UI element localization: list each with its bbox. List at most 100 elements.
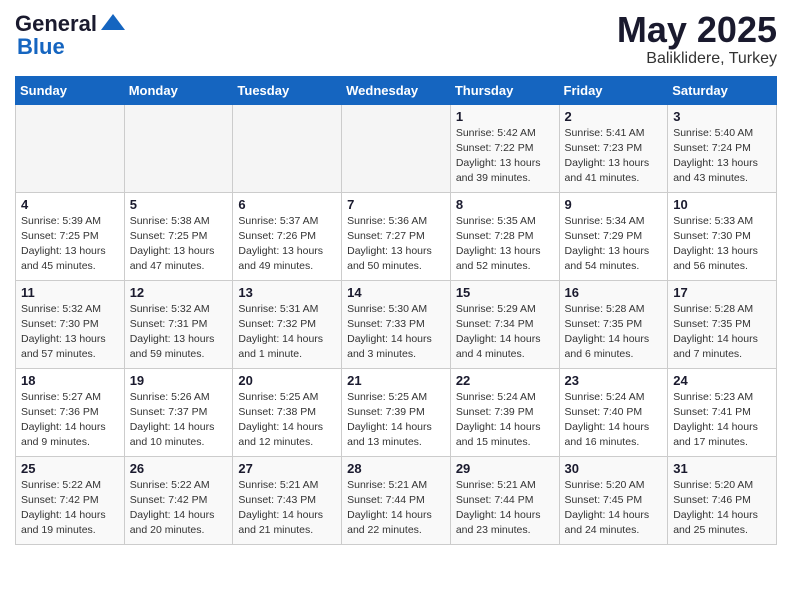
header-cell-thursday: Thursday — [450, 76, 559, 104]
day-info: Sunrise: 5:21 AM Sunset: 7:44 PM Dayligh… — [456, 478, 554, 539]
day-number: 25 — [21, 461, 119, 476]
day-number: 13 — [238, 285, 336, 300]
header-cell-wednesday: Wednesday — [342, 76, 451, 104]
day-number: 18 — [21, 373, 119, 388]
day-info: Sunrise: 5:25 AM Sunset: 7:38 PM Dayligh… — [238, 390, 336, 451]
header-cell-saturday: Saturday — [668, 76, 777, 104]
day-number: 7 — [347, 197, 445, 212]
day-info: Sunrise: 5:27 AM Sunset: 7:36 PM Dayligh… — [21, 390, 119, 451]
week-row-2: 4 Sunrise: 5:39 AM Sunset: 7:25 PM Daylig… — [16, 192, 777, 280]
header-cell-friday: Friday — [559, 76, 668, 104]
day-info: Sunrise: 5:23 AM Sunset: 7:41 PM Dayligh… — [673, 390, 771, 451]
day-number: 16 — [565, 285, 663, 300]
day-number: 28 — [347, 461, 445, 476]
day-number: 8 — [456, 197, 554, 212]
day-info: Sunrise: 5:26 AM Sunset: 7:37 PM Dayligh… — [130, 390, 228, 451]
day-number: 24 — [673, 373, 771, 388]
day-cell: 3 Sunrise: 5:40 AM Sunset: 7:24 PM Daylig… — [668, 104, 777, 192]
day-number: 6 — [238, 197, 336, 212]
header-cell-monday: Monday — [124, 76, 233, 104]
day-cell: 4 Sunrise: 5:39 AM Sunset: 7:25 PM Daylig… — [16, 192, 125, 280]
header-cell-sunday: Sunday — [16, 76, 125, 104]
day-cell — [124, 104, 233, 192]
day-cell: 1Sunrise: 5:42 AM Sunset: 7:22 PM Daylig… — [450, 104, 559, 192]
week-row-5: 25 Sunrise: 5:22 AM Sunset: 7:42 PM Dayli… — [16, 456, 777, 544]
day-cell: 12 Sunrise: 5:32 AM Sunset: 7:31 PM Dayli… — [124, 280, 233, 368]
day-cell: 28 Sunrise: 5:21 AM Sunset: 7:44 PM Dayli… — [342, 456, 451, 544]
day-cell: 8 Sunrise: 5:35 AM Sunset: 7:28 PM Daylig… — [450, 192, 559, 280]
day-info: Sunrise: 5:32 AM Sunset: 7:30 PM Dayligh… — [21, 302, 119, 363]
day-cell: 10Sunrise: 5:33 AM Sunset: 7:30 PM Dayli… — [668, 192, 777, 280]
calendar-header: SundayMondayTuesdayWednesdayThursdayFrid… — [16, 76, 777, 104]
day-cell: 23Sunrise: 5:24 AM Sunset: 7:40 PM Dayli… — [559, 368, 668, 456]
header-cell-tuesday: Tuesday — [233, 76, 342, 104]
header-row: SundayMondayTuesdayWednesdayThursdayFrid… — [16, 76, 777, 104]
day-info: Sunrise: 5:39 AM Sunset: 7:25 PM Dayligh… — [21, 214, 119, 275]
day-cell: 13 Sunrise: 5:31 AM Sunset: 7:32 PM Dayli… — [233, 280, 342, 368]
day-info: Sunrise: 5:40 AM Sunset: 7:24 PM Dayligh… — [673, 126, 771, 187]
day-number: 9 — [565, 197, 663, 212]
day-info: Sunrise: 5:29 AM Sunset: 7:34 PM Dayligh… — [456, 302, 554, 363]
day-number: 15 — [456, 285, 554, 300]
day-info: Sunrise: 5:22 AM Sunset: 7:42 PM Dayligh… — [130, 478, 228, 539]
day-number: 17 — [673, 285, 771, 300]
day-info: Sunrise: 5:21 AM Sunset: 7:44 PM Dayligh… — [347, 478, 445, 539]
day-number: 10 — [673, 197, 771, 212]
day-cell — [342, 104, 451, 192]
day-info: Sunrise: 5:41 AM Sunset: 7:23 PM Dayligh… — [565, 126, 663, 187]
week-row-1: 1Sunrise: 5:42 AM Sunset: 7:22 PM Daylig… — [16, 104, 777, 192]
day-number: 4 — [21, 197, 119, 212]
day-cell: 19 Sunrise: 5:26 AM Sunset: 7:37 PM Dayli… — [124, 368, 233, 456]
day-cell: 25 Sunrise: 5:22 AM Sunset: 7:42 PM Dayli… — [16, 456, 125, 544]
day-cell — [16, 104, 125, 192]
day-info: Sunrise: 5:28 AM Sunset: 7:35 PM Dayligh… — [565, 302, 663, 363]
location: Baliklidere, Turkey — [617, 50, 777, 68]
day-cell — [233, 104, 342, 192]
day-cell: 16 Sunrise: 5:28 AM Sunset: 7:35 PM Dayli… — [559, 280, 668, 368]
day-number: 3 — [673, 109, 771, 124]
day-info: Sunrise: 5:28 AM Sunset: 7:35 PM Dayligh… — [673, 302, 771, 363]
day-number: 30 — [565, 461, 663, 476]
day-info: Sunrise: 5:37 AM Sunset: 7:26 PM Dayligh… — [238, 214, 336, 275]
day-cell: 5 Sunrise: 5:38 AM Sunset: 7:25 PM Daylig… — [124, 192, 233, 280]
day-cell: 22Sunrise: 5:24 AM Sunset: 7:39 PM Dayli… — [450, 368, 559, 456]
day-info: Sunrise: 5:31 AM Sunset: 7:32 PM Dayligh… — [238, 302, 336, 363]
logo-blue-text: Blue — [17, 34, 65, 59]
day-cell: 29Sunrise: 5:21 AM Sunset: 7:44 PM Dayli… — [450, 456, 559, 544]
day-cell: 14Sunrise: 5:30 AM Sunset: 7:33 PM Dayli… — [342, 280, 451, 368]
day-info: Sunrise: 5:36 AM Sunset: 7:27 PM Dayligh… — [347, 214, 445, 275]
day-number: 26 — [130, 461, 228, 476]
logo-icon — [99, 10, 127, 38]
day-cell: 31Sunrise: 5:20 AM Sunset: 7:46 PM Dayli… — [668, 456, 777, 544]
day-info: Sunrise: 5:22 AM Sunset: 7:42 PM Dayligh… — [21, 478, 119, 539]
day-number: 27 — [238, 461, 336, 476]
calendar-table: SundayMondayTuesdayWednesdayThursdayFrid… — [15, 76, 777, 545]
day-number: 19 — [130, 373, 228, 388]
calendar-body: 1Sunrise: 5:42 AM Sunset: 7:22 PM Daylig… — [16, 104, 777, 544]
day-number: 14 — [347, 285, 445, 300]
day-number: 12 — [130, 285, 228, 300]
day-info: Sunrise: 5:32 AM Sunset: 7:31 PM Dayligh… — [130, 302, 228, 363]
day-info: Sunrise: 5:24 AM Sunset: 7:40 PM Dayligh… — [565, 390, 663, 451]
day-info: Sunrise: 5:38 AM Sunset: 7:25 PM Dayligh… — [130, 214, 228, 275]
day-number: 5 — [130, 197, 228, 212]
month-title: May 2025 — [617, 10, 777, 50]
day-cell: 21Sunrise: 5:25 AM Sunset: 7:39 PM Dayli… — [342, 368, 451, 456]
day-cell: 11 Sunrise: 5:32 AM Sunset: 7:30 PM Dayli… — [16, 280, 125, 368]
day-number: 11 — [21, 285, 119, 300]
day-cell: 17 Sunrise: 5:28 AM Sunset: 7:35 PM Dayli… — [668, 280, 777, 368]
day-cell: 20Sunrise: 5:25 AM Sunset: 7:38 PM Dayli… — [233, 368, 342, 456]
day-cell: 2 Sunrise: 5:41 AM Sunset: 7:23 PM Daylig… — [559, 104, 668, 192]
title-block: May 2025 Baliklidere, Turkey — [617, 10, 777, 68]
day-info: Sunrise: 5:35 AM Sunset: 7:28 PM Dayligh… — [456, 214, 554, 275]
day-info: Sunrise: 5:20 AM Sunset: 7:45 PM Dayligh… — [565, 478, 663, 539]
day-number: 2 — [565, 109, 663, 124]
day-number: 22 — [456, 373, 554, 388]
day-cell: 7 Sunrise: 5:36 AM Sunset: 7:27 PM Daylig… — [342, 192, 451, 280]
day-number: 1 — [456, 109, 554, 124]
day-cell: 27Sunrise: 5:21 AM Sunset: 7:43 PM Dayli… — [233, 456, 342, 544]
day-number: 31 — [673, 461, 771, 476]
day-cell: 15 Sunrise: 5:29 AM Sunset: 7:34 PM Dayli… — [450, 280, 559, 368]
day-number: 21 — [347, 373, 445, 388]
logo: General Blue — [15, 10, 127, 60]
